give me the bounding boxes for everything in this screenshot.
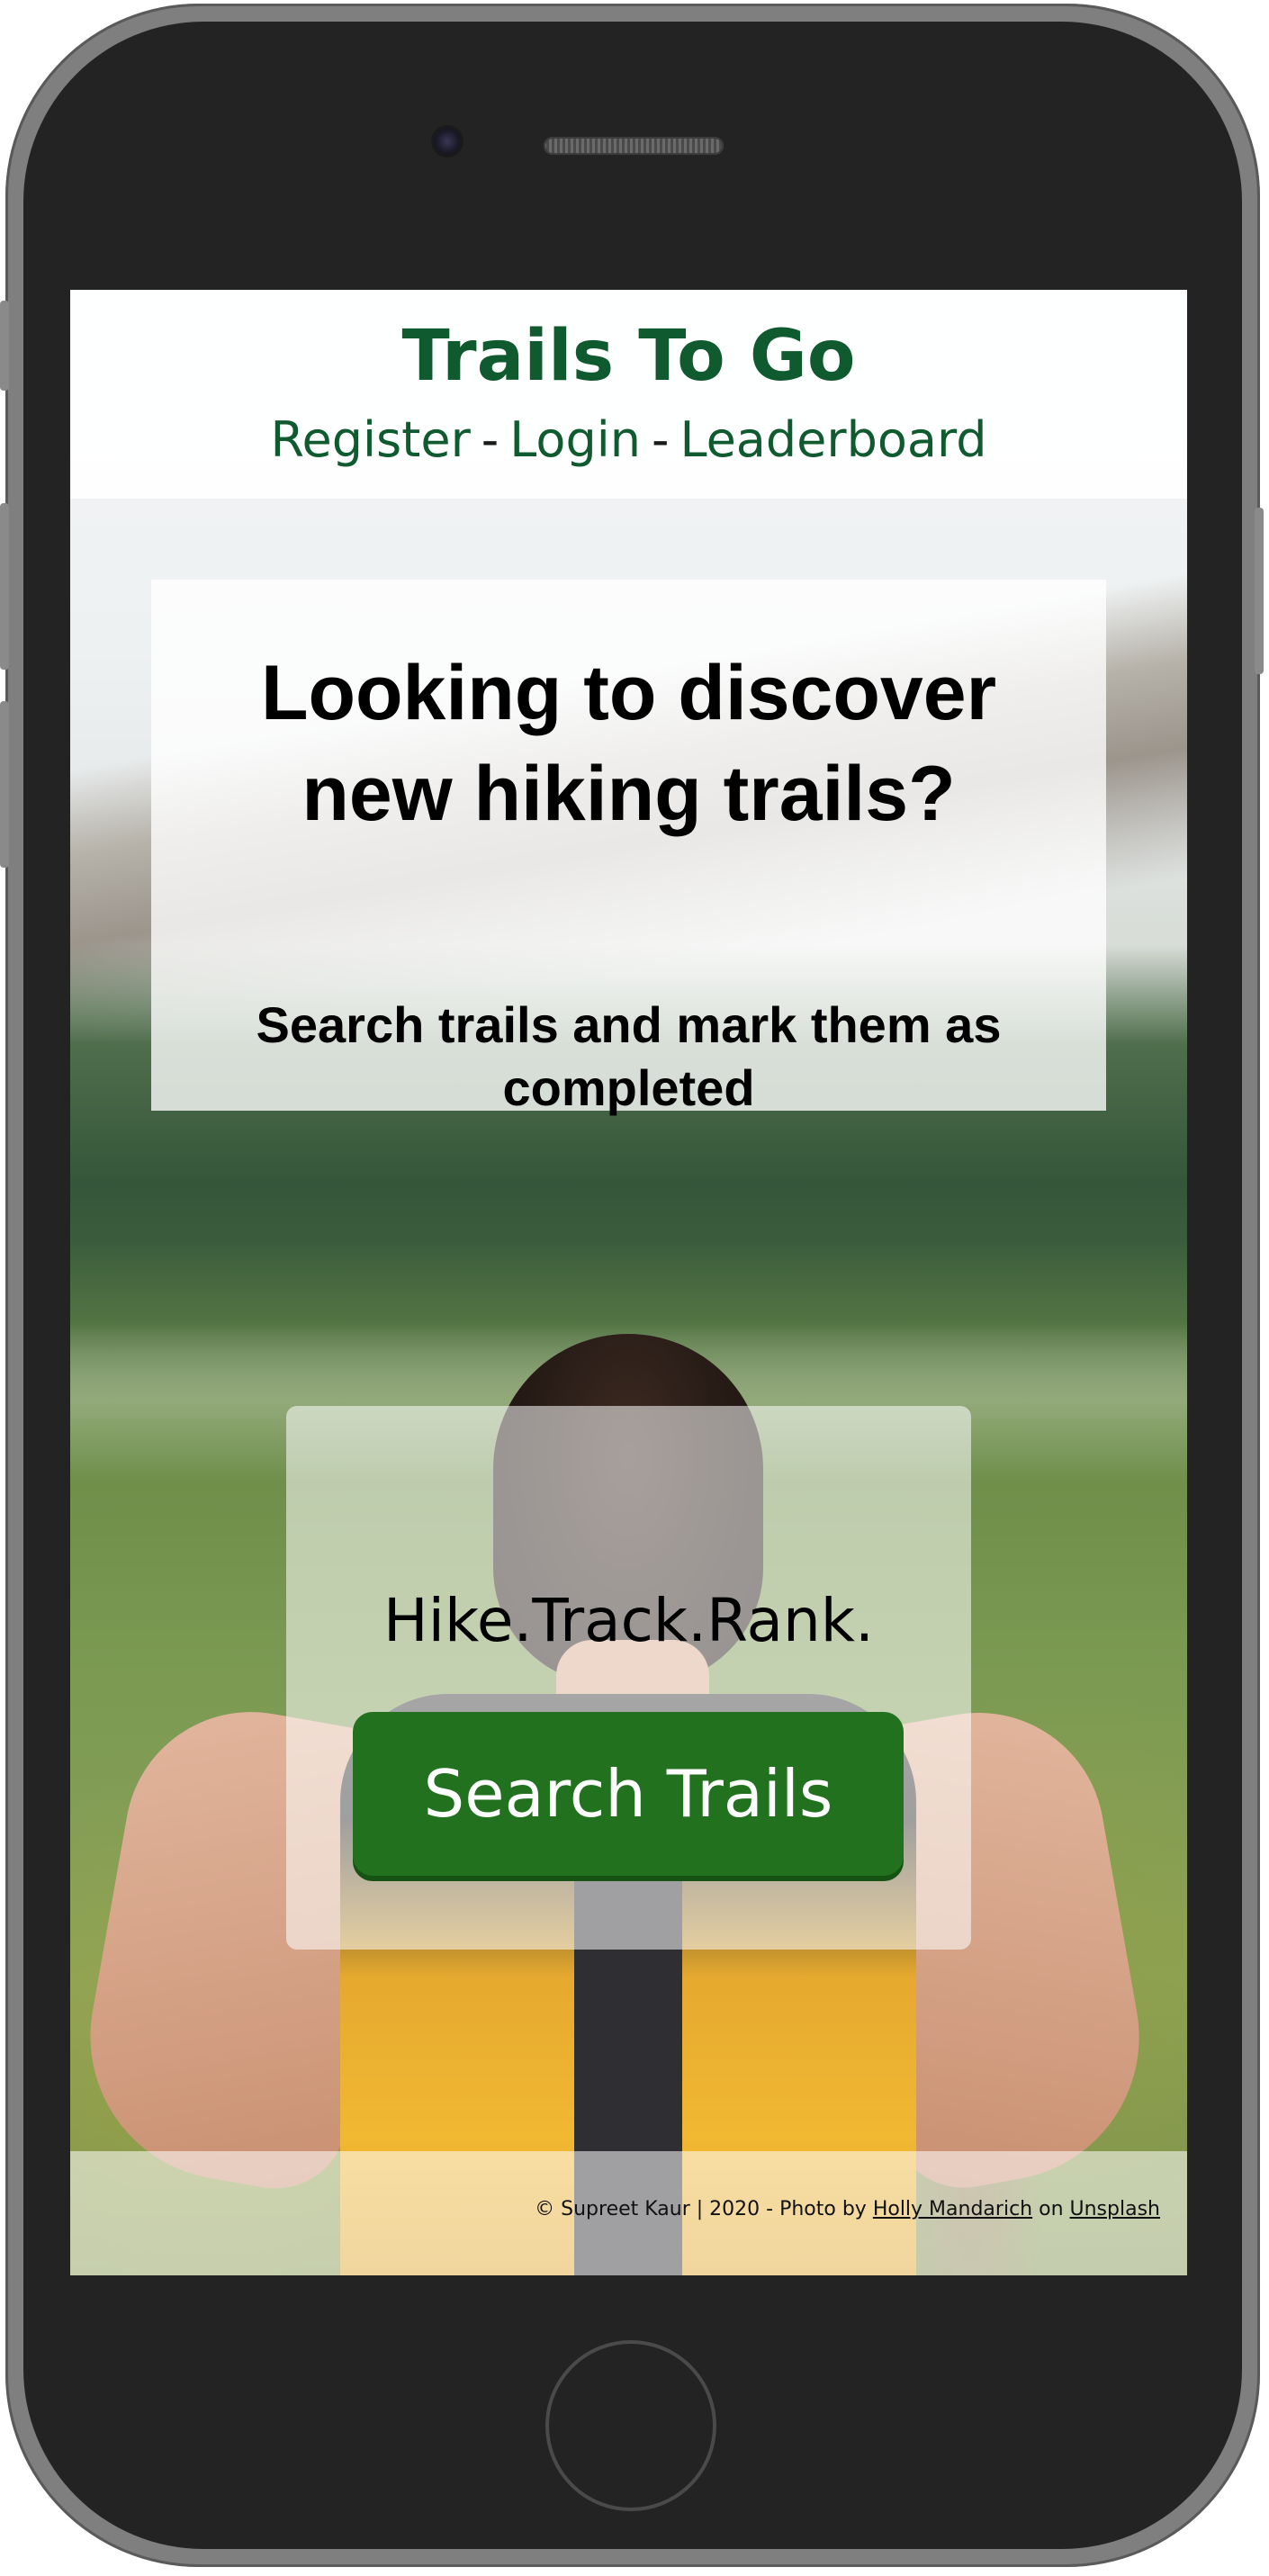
unsplash-link[interactable]: Unsplash [1070,2198,1160,2220]
hero-subtitle: Search trails and mark them as completed [151,994,1106,1120]
site-header: Trails To Go Register - Login - Leaderboard [70,290,1187,499]
photographer-link[interactable]: Holly Mandarich [873,2198,1032,2220]
nav-separator: - [481,411,500,468]
search-trails-button[interactable]: Search Trails [353,1712,904,1876]
hero-subtitle-line: Search trails and mark them as [256,996,1002,1053]
phone-screen: Trails To Go Register - Login - Leaderboard … [70,290,1187,2275]
nav-leaderboard-link[interactable]: Leaderboard [680,411,986,468]
hero-title-line: new hiking trails? [302,751,956,837]
tagline: Hike.Track.Rank. [383,1586,874,1655]
hero-title-line: Looking to discover [260,650,997,736]
front-camera [434,128,461,155]
cta-box: Hike.Track.Rank. Search Trails [286,1406,971,1950]
on-text: on [1039,2198,1064,2220]
hero-box: Looking to discover new hiking trails? S… [151,580,1106,1116]
nav-register-link[interactable]: Register [270,411,470,468]
nav-login-link[interactable]: Login [509,411,641,468]
copyright-text: © Supreet Kaur | 2020 - Photo by [535,2198,867,2220]
home-button[interactable] [545,2340,716,2511]
site-title[interactable]: Trails To Go [70,318,1187,396]
mute-switch [0,301,9,391]
power-button [1255,508,1264,674]
nav-separator: - [651,411,670,468]
volume-down-button [0,701,9,868]
site-footer: © Supreet Kaur | 2020 - Photo by Holly M… [70,2151,1187,2275]
main-nav: Register - Login - Leaderboard [70,411,1187,470]
earpiece-speaker [544,137,724,155]
footer-credits: © Supreet Kaur | 2020 - Photo by Holly M… [535,2198,1160,2220]
hero-subtitle-line: completed [502,1059,755,1116]
volume-up-button [0,503,9,670]
hero-title: Looking to discover new hiking trails? [151,643,1106,844]
